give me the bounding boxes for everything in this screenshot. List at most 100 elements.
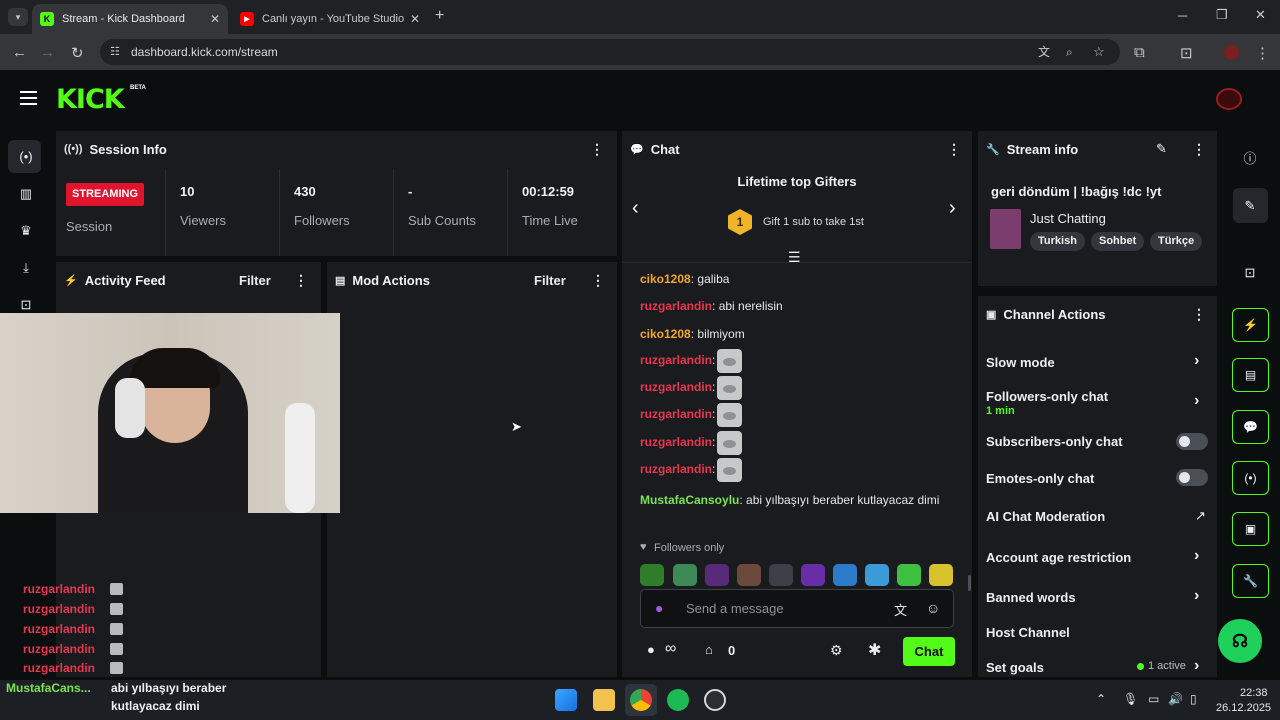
spotify-icon[interactable] (667, 689, 689, 711)
mod-menu-icon[interactable]: ⋮ (591, 272, 605, 289)
emotes-only-toggle[interactable] (1176, 469, 1208, 486)
chevron-right-icon[interactable]: › (1194, 352, 1199, 370)
host-channel-item[interactable]: Host Channel (986, 625, 1070, 640)
chevron-right-icon[interactable]: › (1194, 587, 1199, 605)
subscribers-only-item[interactable]: Subscribers-only chat (986, 434, 1123, 449)
account-age-item[interactable]: Account age restriction (986, 550, 1131, 565)
collapse-pinned-icon[interactable]: ☰ (788, 249, 801, 266)
followers-only-item[interactable]: Followers-only chat (986, 389, 1108, 404)
session-menu-icon[interactable]: ⋮ (590, 141, 604, 158)
network-icon[interactable]: ▭ (1148, 692, 1159, 706)
emoji-picker-icon[interactable]: ☺ (926, 600, 940, 616)
chat-scrollbar[interactable] (968, 575, 971, 591)
wrench-widget-button[interactable]: 🔧 (1232, 564, 1269, 598)
emote-wings-icon[interactable] (865, 564, 889, 586)
mod-filter-button[interactable]: Filter (534, 273, 566, 288)
maximize-button[interactable]: ❐ (1216, 7, 1228, 23)
lightning-widget-button[interactable]: ⚡ (1232, 308, 1269, 342)
trophy-icon[interactable]: ♛ (16, 223, 36, 239)
chat-menu-icon[interactable]: ⋮ (947, 141, 961, 158)
emote-purple-icon[interactable] (801, 564, 825, 586)
info-icon[interactable]: ⓘ (1240, 148, 1260, 167)
translate-chat-icon[interactable]: 文 (894, 600, 907, 619)
chevron-right-icon[interactable]: › (1194, 547, 1199, 565)
download-icon[interactable]: ⤓ (16, 260, 36, 276)
clock-time[interactable]: 22:38 (1240, 687, 1268, 699)
document-widget-button[interactable]: ▤ (1232, 358, 1269, 392)
emote-robot-icon[interactable] (673, 564, 697, 586)
profile-avatar[interactable] (1224, 45, 1239, 60)
chat-username[interactable]: ruzgarlandin (640, 353, 712, 367)
site-settings-icon[interactable]: ☷ (110, 39, 120, 65)
tab-youtube-studio[interactable]: ▶ Canlı yayın - YouTube Studio ✕ (232, 4, 428, 34)
tray-expand-icon[interactable]: ⌃ (1096, 692, 1106, 706)
chat-username[interactable]: ruzgarlandin (640, 407, 712, 421)
tag-turkish[interactable]: Turkish (1030, 232, 1085, 251)
windows-start-icon[interactable] (555, 689, 577, 711)
hamburger-menu-icon[interactable] (20, 91, 37, 105)
external-link-icon[interactable]: ↗ (1195, 508, 1206, 524)
edit-pencil-icon[interactable]: ✎ (1156, 141, 1167, 157)
store-icon[interactable]: ⌂ (705, 642, 713, 657)
banned-words-item[interactable]: Banned words (986, 590, 1076, 605)
puzzle-icon[interactable]: ✱ (868, 640, 881, 660)
close-tab-icon[interactable]: ✕ (410, 12, 420, 26)
minimize-button[interactable]: ─ (1178, 8, 1187, 23)
emote-yellow-icon[interactable] (929, 564, 953, 586)
chat-username[interactable]: ciko1208 (640, 272, 691, 286)
microphone-icon[interactable]: ● (655, 600, 663, 616)
channel-actions-menu-icon[interactable]: ⋮ (1192, 306, 1206, 323)
stream-broadcast-icon[interactable]: (•) (16, 149, 36, 164)
category-thumbnail[interactable] (990, 209, 1021, 249)
set-goals-item[interactable]: Set goals (986, 660, 1044, 675)
tag-turkce[interactable]: Türkçe (1150, 232, 1203, 251)
support-headset-button[interactable]: ☊ (1218, 619, 1262, 663)
emote-sword-icon[interactable] (769, 564, 793, 586)
close-tab-icon[interactable]: ✕ (210, 12, 220, 26)
chat-username[interactable]: MustafaCansoylu (640, 493, 739, 507)
forward-arrow-icon[interactable]: → (40, 44, 55, 61)
extensions-icon[interactable]: ⧉ (1134, 44, 1145, 61)
activity-filter-button[interactable]: Filter (239, 273, 271, 288)
back-arrow-icon[interactable]: ← (12, 44, 27, 61)
bookmark-star-icon[interactable]: ☆ (1093, 39, 1105, 65)
slow-mode-item[interactable]: Slow mode (986, 355, 1055, 370)
chevron-right-icon[interactable]: › (1194, 392, 1199, 410)
kick-logo[interactable]: KICK (56, 84, 125, 115)
zoom-icon[interactable]: ⌕ (1066, 39, 1073, 65)
subscribers-only-toggle[interactable] (1176, 433, 1208, 450)
reload-icon[interactable]: ↻ (71, 44, 84, 62)
channel-widget-button[interactable]: ▣ (1232, 512, 1269, 546)
camera-icon[interactable]: ⊡ (16, 297, 36, 313)
chat-username[interactable]: ruzgarlandin (640, 462, 712, 476)
chat-settings-gear-icon[interactable]: ⚙ (830, 642, 843, 659)
chat-username[interactable]: ruzgarlandin (640, 435, 712, 449)
clock-date[interactable]: 26.12.2025 (1216, 702, 1271, 714)
emote-blue-shapes-icon[interactable] (833, 564, 857, 586)
camera-icon[interactable]: ⊡ (1240, 265, 1260, 281)
url-bar[interactable]: ☷ dashboard.kick.com/stream 文 ⌕ ☆ (100, 39, 1120, 65)
translate-icon[interactable]: 文 (1038, 39, 1050, 65)
chat-username[interactable]: ruzgarlandin (640, 299, 712, 313)
screen-capture-icon[interactable]: ⊡ (1180, 44, 1193, 62)
chrome-icon[interactable] (630, 689, 652, 711)
volume-icon[interactable]: 🔊 (1168, 692, 1183, 706)
chat-username[interactable]: ciko1208 (640, 327, 691, 341)
tag-sohbet[interactable]: Sohbet (1091, 232, 1145, 251)
chat-widget-button[interactable]: 💬 (1232, 410, 1269, 444)
stream-info-menu-icon[interactable]: ⋮ (1192, 141, 1206, 158)
close-window-button[interactable]: ✕ (1255, 7, 1266, 23)
user-avatar[interactable] (1216, 88, 1242, 110)
new-tab-button[interactable]: + (435, 7, 444, 25)
tab-search-button[interactable]: ▾ (8, 8, 28, 26)
file-explorer-icon[interactable] (593, 689, 615, 711)
emote-face-icon[interactable] (737, 564, 761, 586)
gifters-prev-arrow-icon[interactable]: ‹ (632, 197, 639, 220)
emotes-only-item[interactable]: Emotes-only chat (986, 471, 1094, 486)
battery-icon[interactable]: ▯ (1190, 692, 1197, 706)
ai-moderation-item[interactable]: AI Chat Moderation (986, 509, 1105, 524)
broadcast-widget-button[interactable]: (•) (1232, 461, 1269, 495)
emote-green-blob-icon[interactable] (897, 564, 921, 586)
group-icon[interactable]: ● (647, 642, 655, 657)
category-name[interactable]: Just Chatting (1030, 211, 1106, 226)
